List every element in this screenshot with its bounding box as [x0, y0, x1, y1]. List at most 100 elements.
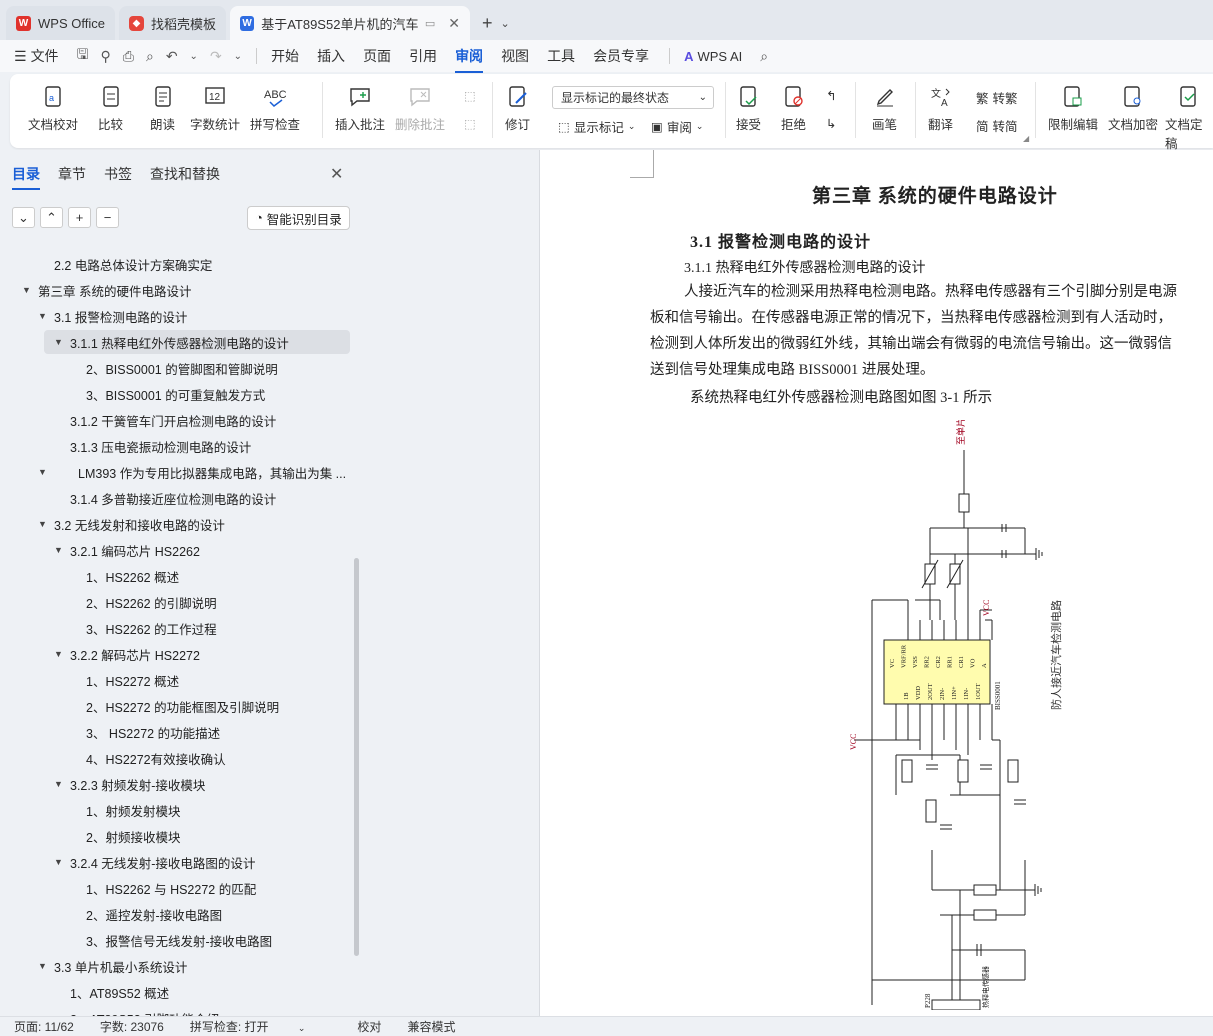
close-panel-icon[interactable]: ✕ [330, 164, 343, 184]
toc-item[interactable]: 2、遥控发射-接收电路图 [0, 902, 350, 926]
toc-item[interactable]: 3、报警信号无线发射-接收电路图 [0, 928, 350, 952]
spell-check-status[interactable]: 拼写检查: 打开 ⌄ [190, 1018, 332, 1035]
toc-item[interactable]: 1、AT89S52 概述 [0, 980, 350, 1004]
toc-item[interactable]: 3、HS2262 的工作过程 [0, 616, 350, 640]
toc-item[interactable]: 1、HS2262 概述 [0, 564, 350, 588]
toc-scrollbar[interactable] [354, 558, 359, 956]
expand-arrow-icon[interactable]: ▼ [54, 337, 64, 347]
wps-ai-button[interactable]: A WPS AI [684, 49, 742, 64]
expand-arrow-icon[interactable]: ▼ [54, 545, 64, 555]
toc-item[interactable]: ▼ 3.1 报警检测电路的设计 [0, 304, 350, 328]
compare-button[interactable]: 比较 [98, 86, 123, 133]
save-icon[interactable]: 🖫 [77, 44, 89, 68]
toc-item[interactable]: ▼ 3.2.4 无线发射-接收电路图的设计 [0, 850, 350, 874]
expand-arrow-icon[interactable]: ▼ [38, 519, 48, 529]
display-mode-dropdown[interactable]: 显示标记的最终状态 ⌄ [552, 86, 714, 109]
print-icon[interactable]: ⎙ [123, 48, 134, 65]
to-traditional-button[interactable]: 繁 转繁 [976, 88, 1018, 107]
revise-button[interactable]: 修订 [505, 86, 530, 133]
toc-item[interactable]: ▼ 3.2.2 解码芯片 HS2272 [0, 642, 350, 666]
expand-arrow-icon[interactable]: ▼ [54, 649, 64, 659]
menu-insert[interactable]: 插入 [317, 46, 345, 66]
toc-item[interactable]: 2、HS2262 的引脚说明 [0, 590, 350, 614]
finalize-button[interactable]: 文档定稿 [1165, 86, 1213, 152]
undo-icon[interactable]: ↶ [166, 48, 178, 65]
toc-item[interactable]: 2、射频接收模块 [0, 824, 350, 848]
redo-dropdown-icon[interactable]: ⌄ [234, 51, 242, 62]
close-tab-icon[interactable]: ✕ [448, 15, 460, 32]
document-page[interactable]: 第三章 系统的硬件电路设计 3.1 报警检测电路的设计 3.1.1 热释电红外传… [539, 150, 1213, 1016]
page-indicator[interactable]: 页面: 11/62 [14, 1018, 74, 1035]
prev-comment-icon[interactable]: ⬚ [464, 88, 476, 103]
restrict-edit-button[interactable]: 限制编辑 [1048, 86, 1098, 133]
toc-item[interactable]: 1、射频发射模块 [0, 798, 350, 822]
menu-view[interactable]: 视图 [501, 46, 529, 66]
read-aloud-button[interactable]: 朗读 [150, 86, 175, 133]
dialog-launcher-icon[interactable]: ◢ [1023, 134, 1029, 143]
to-simplified-button[interactable]: 简 转简 [976, 116, 1018, 135]
nav-tab-chapter[interactable]: 章节 [58, 164, 86, 190]
expand-arrow-icon[interactable]: ▼ [38, 961, 48, 971]
menu-home[interactable]: 开始 [271, 46, 299, 66]
menu-reference[interactable]: 引用 [409, 46, 437, 66]
search-icon[interactable]: ⌕ [760, 48, 768, 65]
tab-wps-office[interactable]: W WPS Office [6, 6, 115, 40]
toc-item[interactable]: 2.2 电路总体设计方案确实定 [0, 252, 350, 276]
toc-item[interactable]: 1、HS2262 与 HS2272 的匹配 [0, 876, 350, 900]
toc-item[interactable]: ▼ 3.3 单片机最小系统设计 [0, 954, 350, 978]
word-count-button[interactable]: 12 字数统计 [190, 86, 240, 133]
toc-item[interactable]: ▼ 3.2 无线发射和接收电路的设计 [0, 512, 350, 536]
nav-tab-bookmark[interactable]: 书签 [104, 164, 132, 190]
nav-tab-toc[interactable]: 目录 [12, 164, 40, 190]
toc-item[interactable]: 3.1.2 干簧管车门开启检测电路的设计 [0, 408, 350, 432]
prev-change-icon[interactable]: ↰ [826, 88, 836, 103]
collapse-up-icon[interactable]: ⌃ [40, 207, 63, 228]
pen-button[interactable]: 画笔 [872, 86, 897, 133]
file-menu[interactable]: ☰ 文件 [14, 46, 59, 66]
toc-item[interactable]: 2、BISS0001 的管脚图和管脚说明 [0, 356, 350, 380]
undo-dropdown-icon[interactable]: ⌄ [190, 51, 198, 62]
translate-button[interactable]: 文A 翻译 [928, 86, 953, 133]
print-preview-icon[interactable]: ⌕ [146, 48, 154, 65]
tab-docer[interactable]: ◆ 找稻壳模板 [118, 6, 226, 40]
tab-document[interactable]: W 基于AT89S52单片机的汽车防 ▭ ✕ [229, 6, 470, 40]
toc-item[interactable]: ▼ 3.2.3 射频发射-接收模块 [0, 772, 350, 796]
toc-item[interactable]: 3、 HS2272 的功能描述 [0, 720, 350, 744]
spell-check-button[interactable]: ABC 拼写检查 [250, 86, 300, 133]
toc-item[interactable]: 3.1.4 多普勒接近座位检测电路的设计 [0, 486, 350, 510]
expand-arrow-icon[interactable]: ▼ [38, 467, 48, 477]
toc-item[interactable]: 3、BISS0001 的可重复触发方式 [0, 382, 350, 406]
redo-icon[interactable]: ↷ [210, 48, 222, 65]
toc-item-selected[interactable]: ▼ 3.1.1 热释电红外传感器检测电路的设计 [44, 330, 350, 354]
remove-heading-icon[interactable]: − [96, 207, 119, 228]
delete-comment-button[interactable]: 删除批注 [395, 86, 445, 133]
reject-button[interactable]: 拒绝 [781, 86, 806, 133]
add-heading-icon[interactable]: + [68, 207, 91, 228]
encrypt-button[interactable]: 文档加密 [1108, 86, 1158, 133]
menu-member[interactable]: 会员专享 [593, 46, 649, 66]
next-comment-icon[interactable]: ⬚ [464, 116, 476, 131]
proofread-status[interactable]: 校对 [357, 1018, 381, 1035]
new-tab-button[interactable]: + ⌄ [482, 6, 510, 40]
menu-review[interactable]: 审阅 [455, 46, 484, 73]
insert-comment-button[interactable]: 插入批注 [335, 86, 385, 133]
toc-item[interactable]: 2、HS2272 的功能框图及引脚说明 [0, 694, 350, 718]
expand-arrow-icon[interactable]: ▼ [22, 285, 32, 295]
toc-item[interactable]: 3.1.3 压电瓷振动检测电路的设计 [0, 434, 350, 458]
accept-button[interactable]: 接受 [736, 86, 761, 133]
nav-tab-find-replace[interactable]: 查找和替换 [150, 164, 220, 190]
toc-item[interactable]: ▼ LM393 作为专用比拟器集成电路，其输出为集 ... [0, 460, 350, 484]
menu-tools[interactable]: 工具 [547, 46, 575, 66]
expand-arrow-icon[interactable]: ▼ [54, 779, 64, 789]
toc-item[interactable]: 4、HS2272有效接收确认 [0, 746, 350, 770]
expand-arrow-icon[interactable]: ▼ [38, 311, 48, 321]
smart-toc-button[interactable]: ◔ 智能识别目录 [247, 206, 350, 230]
expand-arrow-icon[interactable]: ▼ [54, 857, 64, 867]
toc-item[interactable]: ▼ 3.2.1 编码芯片 HS2262 [0, 538, 350, 562]
show-markup-button[interactable]: ⬚ 显示标记 ⌄ [558, 117, 635, 136]
collapse-down-icon[interactable]: ⌄ [12, 207, 35, 228]
next-change-icon[interactable]: ↳ [826, 116, 836, 131]
toc-item[interactable]: 1、HS2272 概述 [0, 668, 350, 692]
review-pane-button[interactable]: ▣ 审阅 ⌄ [651, 117, 703, 136]
menu-page[interactable]: 页面 [363, 46, 391, 66]
